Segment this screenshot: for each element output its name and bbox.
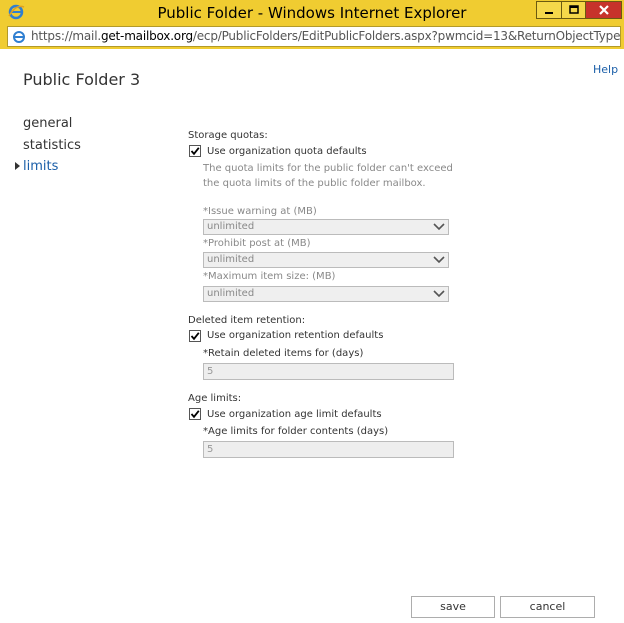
issue-warning-label: *Issue warning at (MB)	[203, 206, 317, 217]
retain-days-label: *Retain deleted items for (days)	[203, 348, 364, 359]
age-limits-heading: Age limits:	[188, 393, 242, 404]
minimize-button[interactable]	[536, 1, 562, 19]
nav-item-statistics[interactable]: statistics	[23, 138, 81, 153]
age-days-input[interactable]: 5	[203, 441, 454, 458]
maximize-icon	[568, 5, 579, 14]
chevron-down-icon	[433, 256, 445, 264]
checkmark-icon	[190, 410, 200, 419]
max-item-size-label: *Maximum item size: (MB)	[203, 271, 336, 282]
checkmark-icon	[190, 147, 200, 156]
age-defaults-checkbox[interactable]	[189, 408, 201, 420]
chevron-down-icon	[433, 290, 445, 298]
url-text: https://mail.get-mailbox.org/ecp/PublicF…	[31, 29, 621, 43]
close-icon	[598, 5, 609, 15]
prohibit-post-label: *Prohibit post at (MB)	[203, 238, 311, 249]
max-item-size-value: unlimited	[207, 288, 255, 299]
issue-warning-value: unlimited	[207, 221, 255, 232]
retention-heading: Deleted item retention:	[188, 315, 306, 326]
storage-quotas-heading: Storage quotas:	[188, 130, 268, 141]
url-prefix: https://mail.	[31, 29, 101, 43]
retain-days-value: 5	[207, 366, 214, 377]
url-field[interactable]: https://mail.get-mailbox.org/ecp/PublicF…	[7, 26, 621, 47]
retention-defaults-checkbox[interactable]	[189, 330, 201, 342]
close-button[interactable]	[585, 1, 622, 19]
url-path: /ecp/PublicFolders/EditPublicFolders.asp…	[192, 29, 621, 43]
help-link[interactable]: Help	[593, 63, 618, 76]
nav-item-general[interactable]: general	[23, 116, 72, 131]
page-icon	[13, 31, 25, 43]
url-host: get-mailbox.org	[100, 29, 193, 43]
maximize-button[interactable]	[561, 1, 586, 19]
address-bar: https://mail.get-mailbox.org/ecp/PublicF…	[0, 25, 624, 49]
issue-warning-select[interactable]: unlimited	[203, 219, 449, 235]
age-days-label: *Age limits for folder contents (days)	[203, 426, 389, 437]
quota-defaults-label: Use organization quota defaults	[207, 146, 367, 157]
prohibit-post-value: unlimited	[207, 254, 255, 265]
save-button[interactable]: save	[411, 596, 495, 618]
max-item-size-select[interactable]: unlimited	[203, 286, 449, 302]
minimize-icon	[545, 12, 553, 14]
chevron-down-icon	[433, 223, 445, 231]
quota-note-line-1: The quota limits for the public folder c…	[203, 163, 453, 174]
quota-defaults-checkbox[interactable]	[189, 145, 201, 157]
nav-item-limits[interactable]: limits	[23, 159, 58, 174]
age-defaults-label: Use organization age limit defaults	[207, 409, 382, 420]
window-title: Public Folder - Windows Internet Explore…	[157, 4, 467, 22]
title-bar[interactable]: Public Folder - Windows Internet Explore…	[0, 0, 624, 25]
prohibit-post-select[interactable]: unlimited	[203, 252, 449, 268]
quota-note-line-2: the quota limits of the public folder ma…	[203, 178, 426, 189]
selected-arrow-icon	[15, 162, 20, 170]
browser-window: Public Folder - Windows Internet Explore…	[0, 0, 624, 623]
page-title: Public Folder 3	[23, 70, 141, 89]
checkmark-icon	[190, 332, 200, 341]
cancel-button[interactable]: cancel	[500, 596, 595, 618]
retain-days-input[interactable]: 5	[203, 363, 454, 380]
retention-defaults-label: Use organization retention defaults	[207, 330, 384, 341]
age-days-value: 5	[207, 444, 214, 455]
